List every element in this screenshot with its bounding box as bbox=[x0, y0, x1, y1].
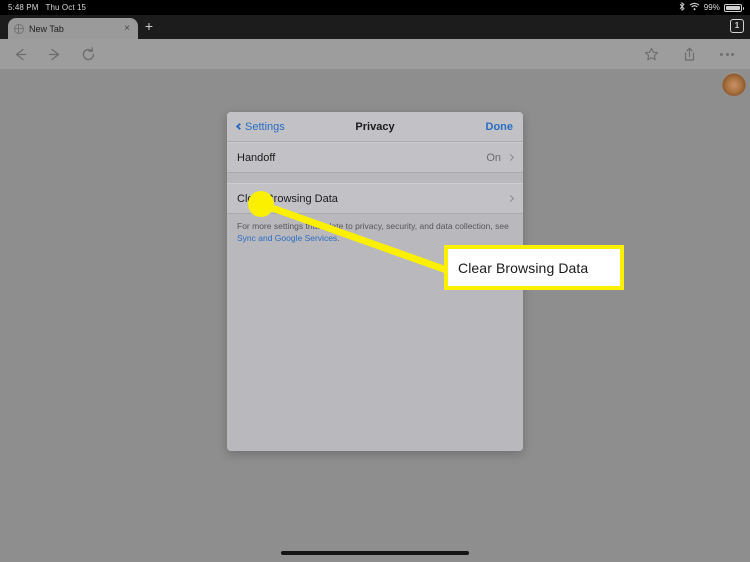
toolbar-nav-group bbox=[5, 39, 103, 69]
settings-row-label: Handoff bbox=[237, 151, 276, 164]
status-date: Thu Oct 15 bbox=[45, 2, 87, 12]
new-tab-button[interactable]: + bbox=[142, 19, 156, 34]
wifi-icon bbox=[689, 2, 700, 13]
sync-google-services-link[interactable]: Sync and Google Services bbox=[237, 233, 337, 243]
avatar[interactable] bbox=[722, 72, 746, 96]
browser-tab-strip: New Tab × + 1 bbox=[0, 15, 750, 39]
bluetooth-icon bbox=[679, 1, 685, 13]
close-icon[interactable]: × bbox=[122, 23, 132, 34]
share-icon[interactable] bbox=[674, 39, 704, 69]
settings-row-clear-browsing-data[interactable]: Clear Browsing Data bbox=[227, 183, 523, 214]
footer-text-before: For more settings that relate to privacy… bbox=[237, 221, 509, 231]
done-button[interactable]: Done bbox=[486, 121, 514, 133]
back-to-settings-button[interactable]: Settings bbox=[235, 120, 285, 133]
status-time: 5:48 PM bbox=[8, 2, 39, 12]
star-icon[interactable] bbox=[636, 39, 666, 69]
three-dots-icon[interactable] bbox=[712, 39, 742, 69]
chevron-right-icon bbox=[506, 153, 515, 162]
browser-tab[interactable]: New Tab × bbox=[8, 18, 138, 39]
settings-group-divider bbox=[227, 173, 523, 183]
ipad-screen: 5:48 PM Thu Oct 15 99% New Tab × + 1 Set… bbox=[0, 0, 750, 562]
footer-text-after: . bbox=[337, 233, 340, 243]
reload-icon[interactable] bbox=[73, 39, 103, 69]
tab-count-badge[interactable]: 1 bbox=[730, 19, 744, 33]
status-bar-left: 5:48 PM Thu Oct 15 bbox=[0, 2, 87, 12]
back-button-label: Settings bbox=[245, 120, 285, 133]
modal-header: Settings Privacy Done bbox=[227, 112, 523, 142]
battery-icon bbox=[724, 3, 744, 12]
home-indicator bbox=[281, 551, 469, 555]
browser-toolbar bbox=[0, 39, 750, 69]
toolbar-action-group bbox=[636, 39, 742, 69]
status-bar-right: 99% bbox=[679, 1, 750, 13]
settings-group-clear-data: Clear Browsing Data bbox=[227, 183, 523, 214]
callout-box: Clear Browsing Data bbox=[444, 245, 624, 290]
status-bar: 5:48 PM Thu Oct 15 99% bbox=[0, 0, 750, 15]
arrow-left-icon[interactable] bbox=[5, 39, 35, 69]
settings-row-value: On bbox=[486, 151, 501, 164]
globe-icon bbox=[14, 23, 24, 34]
settings-row-handoff[interactable]: Handoff On bbox=[227, 142, 523, 173]
callout-label: Clear Browsing Data bbox=[458, 259, 589, 276]
browser-tab-title: New Tab bbox=[29, 23, 64, 34]
chevron-right-icon bbox=[506, 194, 515, 203]
chevron-left-icon bbox=[235, 122, 244, 131]
arrow-right-icon[interactable] bbox=[39, 39, 69, 69]
privacy-footer-note: For more settings that relate to privacy… bbox=[227, 214, 523, 244]
settings-group-handoff: Handoff On bbox=[227, 142, 523, 173]
settings-row-label: Clear Browsing Data bbox=[237, 192, 338, 205]
battery-percent-label: 99% bbox=[703, 2, 720, 12]
